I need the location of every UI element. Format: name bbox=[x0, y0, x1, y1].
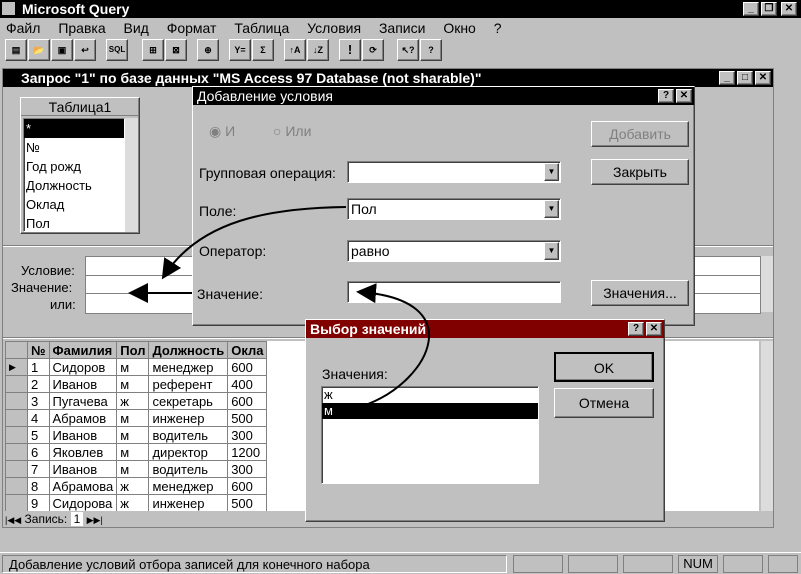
arrow-field-to-condition bbox=[161, 206, 347, 280]
status-pane bbox=[513, 555, 563, 573]
arrow-list-to-value bbox=[356, 283, 430, 405]
status-text: Добавление условий отбора записей для ко… bbox=[2, 555, 507, 573]
annotation-arrows bbox=[128, 206, 430, 405]
status-pane bbox=[723, 555, 763, 573]
status-bar: Добавление условий отбора записей для ко… bbox=[0, 552, 801, 574]
num-lock-indicator: NUM bbox=[678, 555, 718, 573]
status-pane bbox=[768, 555, 798, 573]
status-pane bbox=[623, 555, 673, 573]
status-pane bbox=[568, 555, 618, 573]
